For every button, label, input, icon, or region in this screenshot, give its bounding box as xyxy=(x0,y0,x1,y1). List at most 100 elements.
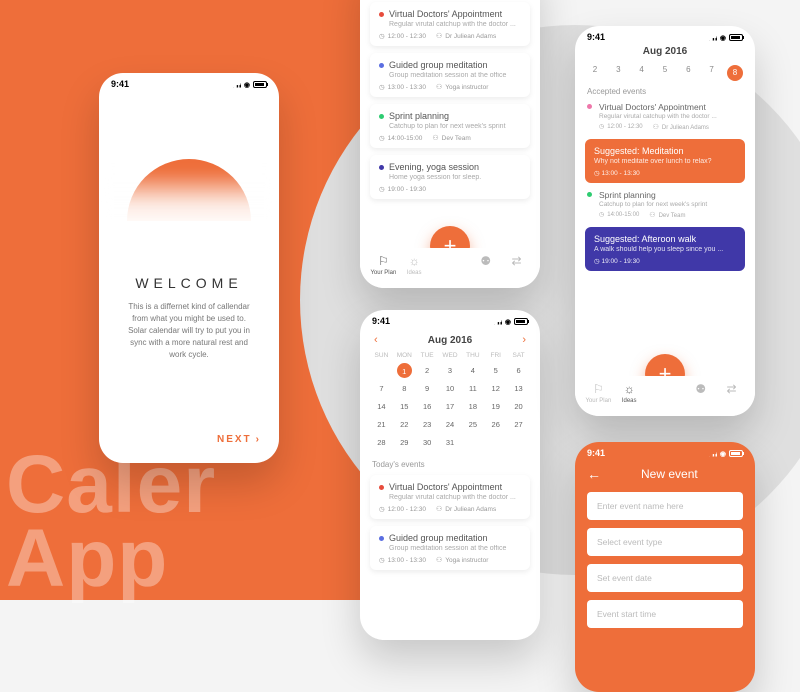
event-dot-icon xyxy=(379,63,384,68)
accepted-event[interactable]: Sprint planning Catchup to plan for next… xyxy=(575,190,755,227)
event-card[interactable]: Guided group meditation Group meditation… xyxy=(370,53,530,97)
calendar-day[interactable]: 29 xyxy=(393,435,416,450)
suggested-subtitle: A walk should help you sleep since you .… xyxy=(594,246,736,253)
event-time: 12:00 - 12:30 xyxy=(379,32,426,40)
week-day[interactable]: 2 xyxy=(587,65,603,81)
event-dot-icon xyxy=(379,485,384,490)
calendar-day[interactable]: 8 xyxy=(393,381,416,396)
bottom-nav: ⚐ Your Plan ☼ Ideas ⚉ ⇄ xyxy=(575,376,755,416)
nav-icon: ⇄ xyxy=(512,254,522,268)
form-field[interactable]: Enter event name here xyxy=(587,492,743,520)
next-label: NEXT xyxy=(217,434,252,445)
nav-icon: ☼ xyxy=(624,382,635,396)
calendar-day[interactable]: 5 xyxy=(484,363,507,378)
calendar-day[interactable]: 2 xyxy=(416,363,439,378)
event-subtitle: Catchup to plan for next week's sprint xyxy=(379,123,521,130)
nav-item[interactable]: ⚐ Your Plan xyxy=(368,254,398,276)
calendar-day[interactable]: 1 xyxy=(397,363,412,378)
event-dot-icon xyxy=(379,114,384,119)
nav-item[interactable]: ⚉ xyxy=(471,254,501,270)
event-card[interactable]: Virtual Doctors' Appointment Regular vir… xyxy=(370,2,530,46)
nav-item[interactable]: ⚉ xyxy=(686,382,716,398)
calendar-day[interactable]: 30 xyxy=(416,435,439,450)
calendar-day[interactable]: 15 xyxy=(393,399,416,414)
chevron-right-icon: › xyxy=(256,434,261,445)
event-card[interactable]: Virtual Doctors' Appointment Regular vir… xyxy=(370,475,530,519)
week-day[interactable]: 3 xyxy=(610,65,626,81)
new-event-header: ← New event xyxy=(575,460,755,492)
next-month-button[interactable]: › xyxy=(522,334,526,346)
event-time: 13:00 - 13:30 xyxy=(379,556,426,564)
calendar-day[interactable]: 28 xyxy=(370,435,393,450)
nav-icon: ⇄ xyxy=(727,382,737,396)
week-day[interactable]: 6 xyxy=(680,65,696,81)
calendar-day[interactable]: 13 xyxy=(507,381,530,396)
event-card[interactable]: Sprint planning Catchup to plan for next… xyxy=(370,104,530,148)
week-day[interactable]: 5 xyxy=(657,65,673,81)
calendar-day[interactable]: 3 xyxy=(439,363,462,378)
week-day[interactable]: 4 xyxy=(634,65,650,81)
bottom-nav: ⚐ Your Plan ☼ Ideas ⚉ ⇄ xyxy=(360,248,540,288)
calendar-day[interactable]: 21 xyxy=(370,417,393,432)
event-time: 19:00 - 19:30 xyxy=(379,185,426,193)
event-dot-icon xyxy=(587,104,592,109)
suggested-event[interactable]: Suggested: Meditation Why not meditate o… xyxy=(585,139,745,183)
nav-item[interactable]: ⇄ xyxy=(717,382,747,398)
next-button[interactable]: NEXT › xyxy=(217,434,261,445)
suggested-subtitle: Why not meditate over lunch to relax? xyxy=(594,158,736,165)
calendar-day[interactable]: 23 xyxy=(416,417,439,432)
nav-item[interactable]: ⇄ xyxy=(502,254,532,270)
calendar-day[interactable]: 11 xyxy=(461,381,484,396)
status-time: 9:41 xyxy=(587,448,605,458)
calendar-day[interactable]: 16 xyxy=(416,399,439,414)
calendar-day[interactable]: 10 xyxy=(439,381,462,396)
calendar-day[interactable]: 6 xyxy=(507,363,530,378)
nav-item[interactable]: ☼ Ideas xyxy=(399,254,429,276)
accepted-event[interactable]: Virtual Doctors' Appointment Regular vir… xyxy=(575,102,755,139)
form-field[interactable]: Event start time xyxy=(587,600,743,628)
weekday-label: THU xyxy=(461,352,484,359)
nav-item[interactable]: ☼ Ideas xyxy=(614,382,644,404)
event-organizer: Dev Team xyxy=(432,134,470,142)
calendar-day[interactable]: 7 xyxy=(370,381,393,396)
prev-month-button[interactable]: ‹ xyxy=(374,334,378,346)
suggested-event[interactable]: Suggested: Afteroon walk A walk should h… xyxy=(585,227,745,271)
calendar-day[interactable]: 17 xyxy=(439,399,462,414)
week-day[interactable]: 8 xyxy=(727,65,743,81)
nav-icon: ⚐ xyxy=(378,254,389,268)
event-dot-icon xyxy=(379,12,384,17)
event-card[interactable]: Evening, yoga session Home yoga session … xyxy=(370,155,530,199)
week-month-label: Aug 2016 xyxy=(575,44,755,61)
back-arrow-icon[interactable]: ← xyxy=(587,466,601,482)
event-time: 12:00 - 12:30 xyxy=(379,505,426,513)
calendar-day[interactable]: 24 xyxy=(439,417,462,432)
calendar-day[interactable]: 31 xyxy=(439,435,462,450)
event-organizer: Dr Juliean Adams xyxy=(436,32,496,40)
today-events-heading: Today's events xyxy=(360,456,540,475)
calendar-day[interactable]: 26 xyxy=(484,417,507,432)
weekday-label: MON xyxy=(393,352,416,359)
calendar-day[interactable]: 22 xyxy=(393,417,416,432)
event-card[interactable]: Guided group meditation Group meditation… xyxy=(370,526,530,570)
calendar-day[interactable]: 20 xyxy=(507,399,530,414)
accepted-heading: Accepted events xyxy=(575,83,755,102)
calendar-day[interactable]: 25 xyxy=(461,417,484,432)
wifi-icon xyxy=(505,316,511,326)
calendar-day[interactable]: 18 xyxy=(461,399,484,414)
calendar-day[interactable]: 27 xyxy=(507,417,530,432)
calendar-day[interactable]: 9 xyxy=(416,381,439,396)
calendar-day[interactable]: 14 xyxy=(370,399,393,414)
calendar-day[interactable]: 19 xyxy=(484,399,507,414)
phone-week-suggested: 9:41 Aug 2016 2345678 Accepted events Vi… xyxy=(575,26,755,416)
wifi-icon xyxy=(720,32,726,42)
wifi-icon xyxy=(720,448,726,458)
event-title: Sprint planning xyxy=(587,190,743,200)
status-icons xyxy=(491,316,528,326)
event-time: 14:00-15:00 xyxy=(379,134,422,142)
calendar-day[interactable]: 4 xyxy=(461,363,484,378)
form-field[interactable]: Select event type xyxy=(587,528,743,556)
week-day[interactable]: 7 xyxy=(704,65,720,81)
nav-item[interactable]: ⚐ Your Plan xyxy=(583,382,613,404)
calendar-day[interactable]: 12 xyxy=(484,381,507,396)
form-field[interactable]: Set event date xyxy=(587,564,743,592)
